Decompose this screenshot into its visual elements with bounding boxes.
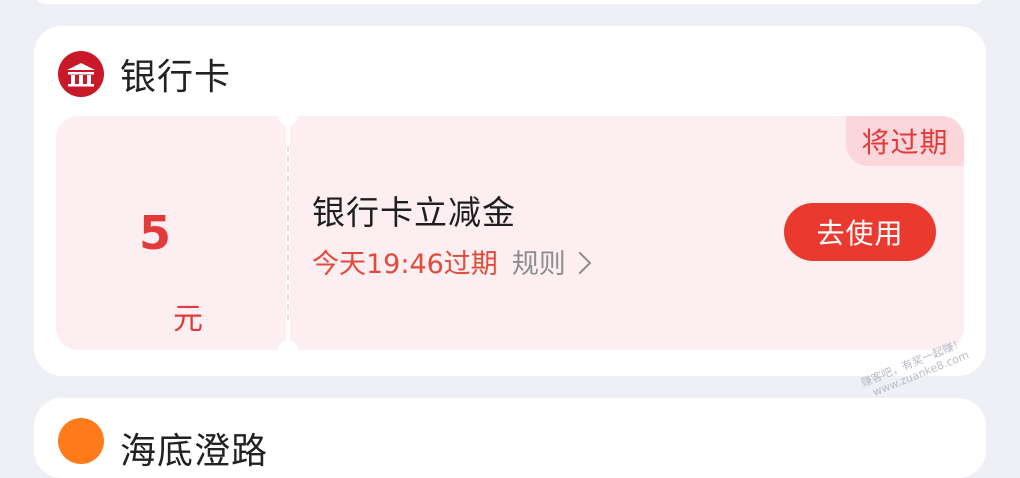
coupon-amount: 5 元 <box>56 116 286 350</box>
previous-card-edge <box>34 0 986 4</box>
bank-card-section: 银行卡 5 元 将过期 银行卡立减金 今天19:46过期 规则 去使用 <box>34 26 986 376</box>
chevron-right-icon <box>568 251 592 274</box>
coupon-card[interactable]: 5 元 将过期 银行卡立减金 今天19:46过期 规则 去使用 <box>56 116 964 350</box>
expiring-badge: 将过期 <box>846 116 964 166</box>
section-header: 银行卡 <box>58 48 231 100</box>
coupon-divider <box>286 116 290 350</box>
expire-time: 今天19:46过期 <box>312 249 498 280</box>
coupon-notch-bottom <box>278 340 298 350</box>
section-title: 银行卡 <box>120 57 232 98</box>
amount-unit: 元 <box>173 302 203 337</box>
rules-label: 规则 <box>511 249 566 280</box>
rules-link[interactable]: 规则 <box>511 242 592 281</box>
next-section-card: 海底澄路 <box>34 398 986 478</box>
next-section-icon <box>58 418 104 464</box>
coupon-meta: 今天19:46过期 规则 <box>312 242 592 281</box>
coupon-title: 银行卡立减金 <box>312 193 516 232</box>
next-section-title: 海底澄路 <box>120 431 269 472</box>
use-coupon-button[interactable]: 去使用 <box>784 203 936 261</box>
bank-logo-icon <box>58 51 104 97</box>
amount-value: 5 <box>138 206 171 260</box>
